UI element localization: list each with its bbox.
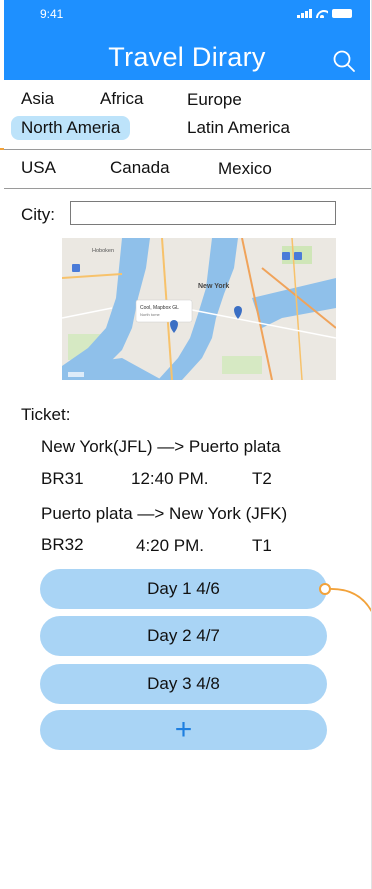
status-time: 9:41 xyxy=(40,7,64,21)
phone-screen: 9:41 Travel Dirary Asia Africa Europe No… xyxy=(0,0,372,889)
app-header: 9:41 Travel Dirary xyxy=(4,0,370,80)
map-label-hoboken: Hoboken xyxy=(92,248,114,254)
signal-icon xyxy=(297,9,312,18)
divider xyxy=(4,149,371,150)
connector-stub xyxy=(0,148,4,150)
flight-time: 4:20 PM. xyxy=(136,536,205,555)
connector-line xyxy=(329,588,371,613)
country-mexico[interactable]: Mexico xyxy=(218,159,272,179)
region-latin-america[interactable]: Latin America xyxy=(187,118,290,138)
flight-terminal: T2 xyxy=(252,469,272,488)
city-label: City: xyxy=(21,205,55,224)
app-title: Travel Dirary xyxy=(108,42,266,72)
battery-icon xyxy=(332,9,352,18)
status-icons xyxy=(297,8,352,18)
flight-route: Puerto plata —> New York (JFK) xyxy=(41,504,288,523)
region-europe[interactable]: Europe xyxy=(187,90,242,110)
flight-code: BR32 xyxy=(41,535,84,554)
country-usa[interactable]: USA xyxy=(21,158,56,178)
map-graphic: Hoboken New York Cool, Mapbox GL North t… xyxy=(62,238,336,380)
ticket-label: Ticket: xyxy=(21,405,71,424)
map-label-new-york: New York xyxy=(198,283,229,290)
search-icon[interactable] xyxy=(332,49,356,73)
region-north-america[interactable]: North Ameria xyxy=(11,116,131,140)
region-asia[interactable]: Asia xyxy=(21,89,54,109)
flight-terminal: T1 xyxy=(252,536,272,555)
day-3-button[interactable]: Day 3 4/8 xyxy=(40,664,327,704)
country-canada[interactable]: Canada xyxy=(110,158,170,178)
flight-time: 12:40 PM. xyxy=(131,469,209,488)
region-africa[interactable]: Africa xyxy=(100,89,143,109)
add-day-button[interactable]: + xyxy=(40,710,327,750)
flight-route: New York(JFL) —> Puerto plata xyxy=(41,437,281,456)
divider xyxy=(4,188,371,189)
flight-code: BR31 xyxy=(41,469,84,488)
map-popup-subtitle: North tome xyxy=(140,312,161,317)
wifi-icon xyxy=(316,8,328,18)
city-input[interactable] xyxy=(70,201,336,225)
day-1-button[interactable]: Day 1 4/6 xyxy=(40,569,327,609)
day-2-button[interactable]: Day 2 4/7 xyxy=(40,616,327,656)
map-popup-title: Cool, Mapbox GL xyxy=(140,305,179,311)
add-icon: + xyxy=(174,713,193,746)
city-map[interactable]: Hoboken New York Cool, Mapbox GL North t… xyxy=(62,238,336,380)
